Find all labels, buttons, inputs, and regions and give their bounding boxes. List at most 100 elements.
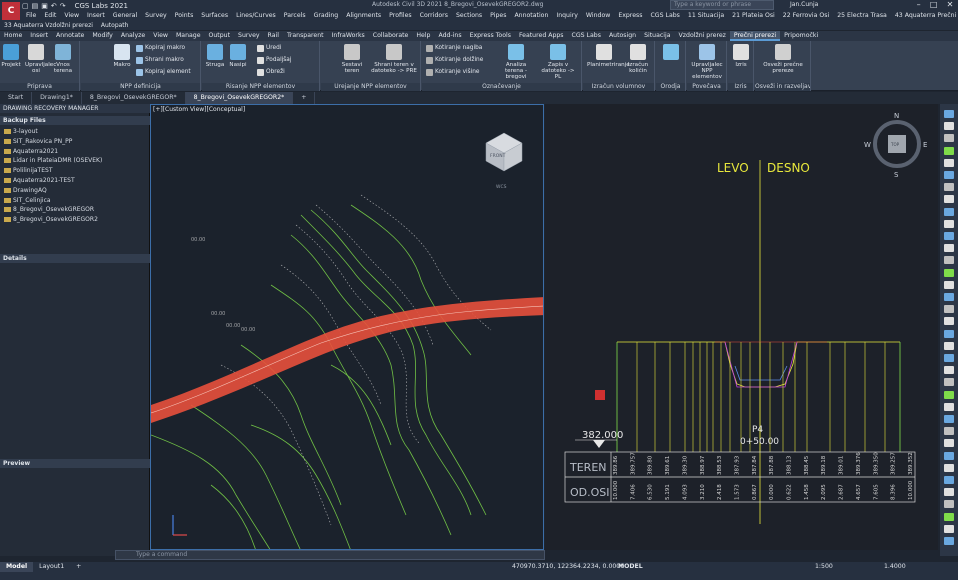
layout-tab[interactable]: Layout1 [33,562,70,572]
menu-item[interactable]: Sections [452,11,486,21]
menu-item[interactable]: 33 Aquaterra Vzdolžni prerezi [0,22,97,30]
annotation-scale[interactable]: 1:500 [815,563,833,570]
backup-file-item[interactable]: 8_Bregovi_OsevekGREGOR2 [4,216,98,223]
viewport-cross-section[interactable]: N S E W TOP LEVO DESNO 382.000 P4 0+50.0… [545,104,938,550]
viewport-3d[interactable]: [+][Custom View][Conceptual] 00.00 00.00… [150,104,544,550]
zapis-datoteko-button[interactable]: Zapis v datoteko -> PL [538,44,578,80]
shrani-makro-button[interactable]: Shrani makro [136,56,184,64]
compass[interactable]: N S E W TOP [864,112,927,179]
backup-file-item[interactable]: Aquaterra2021 [4,148,58,155]
ribbon-tab[interactable]: Home [0,31,26,41]
vnos-terena-button[interactable]: Vnos terena [52,44,74,74]
tool-icon[interactable] [944,402,954,411]
menu-item[interactable]: File [22,11,40,21]
new-file-icon[interactable]: ▢ [22,2,29,10]
app-menu-button[interactable]: C [2,2,20,20]
backup-file-item[interactable]: DrawingAQ [4,187,47,194]
tool-icon[interactable] [944,195,954,204]
tool-icon[interactable] [944,280,954,289]
undo-icon[interactable]: ↶ [51,2,57,10]
tool-icon[interactable] [944,476,954,484]
tool-icon[interactable] [944,524,954,533]
kotiranje-nagiba-button[interactable]: Kotiranje nagiba [426,44,482,52]
tool-icon[interactable] [944,500,954,509]
tool-icon[interactable] [944,232,954,240]
ribbon-tab[interactable]: Analyze [117,31,149,41]
backup-file-item[interactable]: 8_Bregovi_OsevekGREGOR [4,206,94,213]
upravljalec-osi-button[interactable]: Upravljalec osi [25,44,56,74]
tool-icon[interactable] [944,219,954,228]
ribbon-tab[interactable]: Output [205,31,235,41]
nasipi-button[interactable]: Nasipi [227,44,249,68]
menu-item[interactable]: 25 Electra Trasa [833,11,891,21]
backup-file-item[interactable]: Aquaterra2021-TEST [4,177,75,184]
menu-item[interactable]: Express [614,11,646,21]
ribbon-tab[interactable]: Annotate [52,31,88,41]
menu-item[interactable]: 11 Situacija [684,11,728,21]
redo-icon[interactable]: ↷ [60,2,66,10]
ribbon-tab[interactable]: Pripomočki [780,31,822,41]
menu-item[interactable]: General [109,11,141,21]
kotiranje-visine-button[interactable]: Kotiranje višine [426,68,479,76]
tool-icon[interactable] [944,256,954,265]
backup-file-item[interactable]: PolilinijaTEST [4,167,53,174]
tool-icon[interactable] [944,305,954,314]
ribbon-tab[interactable]: Prečni prerezi [729,31,781,41]
uredi-button[interactable]: Uredi [257,44,281,52]
menu-item[interactable]: Edit [40,11,60,21]
menu-item[interactable]: Insert [83,11,109,21]
tool-icon[interactable] [944,134,954,143]
tool-icon[interactable] [944,317,954,326]
menu-item[interactable]: 22 Ferrovia Osi [779,11,833,21]
layout-tab[interactable]: Model [0,562,34,572]
sestavi-teren-button[interactable]: Sestavi teren [341,44,363,74]
ribbon-tab[interactable]: Autosign [605,31,640,41]
tool-icon[interactable] [944,171,954,179]
izracun-kolicin-button[interactable]: Izračun količin [623,44,653,74]
menu-item[interactable]: Lines/Curves [232,11,280,21]
ribbon-tab[interactable]: Situacija [640,31,674,41]
tool-icon[interactable] [944,463,954,472]
tool-icon[interactable] [944,293,954,301]
tool-icon[interactable] [944,415,954,423]
podaljsaj-button[interactable]: Podaljšaj [257,56,291,64]
menu-item[interactable]: 21 Plateia Osi [728,11,779,21]
tool-icon[interactable] [944,341,954,350]
model-space-toggle[interactable]: MODEL [618,563,643,570]
menu-item[interactable]: 43 Aquaterra Prečni prerezi [891,11,958,21]
tool-icon[interactable] [944,329,954,338]
maximize-icon[interactable]: □ [930,0,938,10]
tool-icon[interactable] [944,110,954,118]
tool-icon[interactable] [944,512,954,521]
details-section[interactable]: Details [0,254,150,263]
izris-button[interactable]: Izris [730,44,752,68]
ribbon-tab[interactable]: Rail [264,31,283,41]
wcs-label[interactable]: WCS [496,184,507,190]
menu-item[interactable]: Parcels [280,11,310,21]
ribbon-tab[interactable]: Vzdolžni prerez [675,31,730,41]
open-file-icon[interactable]: ▤ [32,2,39,10]
kopiraj-makro-button[interactable]: Kopiraj makro [136,44,185,52]
add-layout-icon[interactable]: + [70,562,87,572]
ribbon-tab[interactable]: Insert [26,31,52,41]
tool-icon[interactable] [944,537,954,545]
minimize-icon[interactable]: – [917,0,921,10]
projekt-button[interactable]: Projekt [0,44,22,68]
tool-icon[interactable] [944,439,954,448]
backup-file-item[interactable]: SIT_Rakovica PN_PP [4,138,72,145]
tool-icon[interactable] [944,146,954,155]
menu-item[interactable]: Alignments [342,11,385,21]
ribbon-tab[interactable]: Modify [88,31,117,41]
red-marker[interactable] [595,390,605,400]
ribbon-tab[interactable]: Survey [234,31,264,41]
tool-icon[interactable] [944,366,954,375]
tool-icon[interactable] [944,488,954,497]
tool-icon[interactable] [944,354,954,362]
ribbon-tab[interactable]: Manage [172,31,205,41]
struga-button[interactable]: Struga [204,44,226,68]
osvezi-prereze-button[interactable]: Osveži prečne prereze [759,44,807,74]
orodja-button[interactable] [660,44,682,62]
tool-icon[interactable] [944,390,954,399]
menu-item[interactable]: Corridors [416,11,452,21]
document-tab[interactable]: Drawing1* [32,92,82,104]
